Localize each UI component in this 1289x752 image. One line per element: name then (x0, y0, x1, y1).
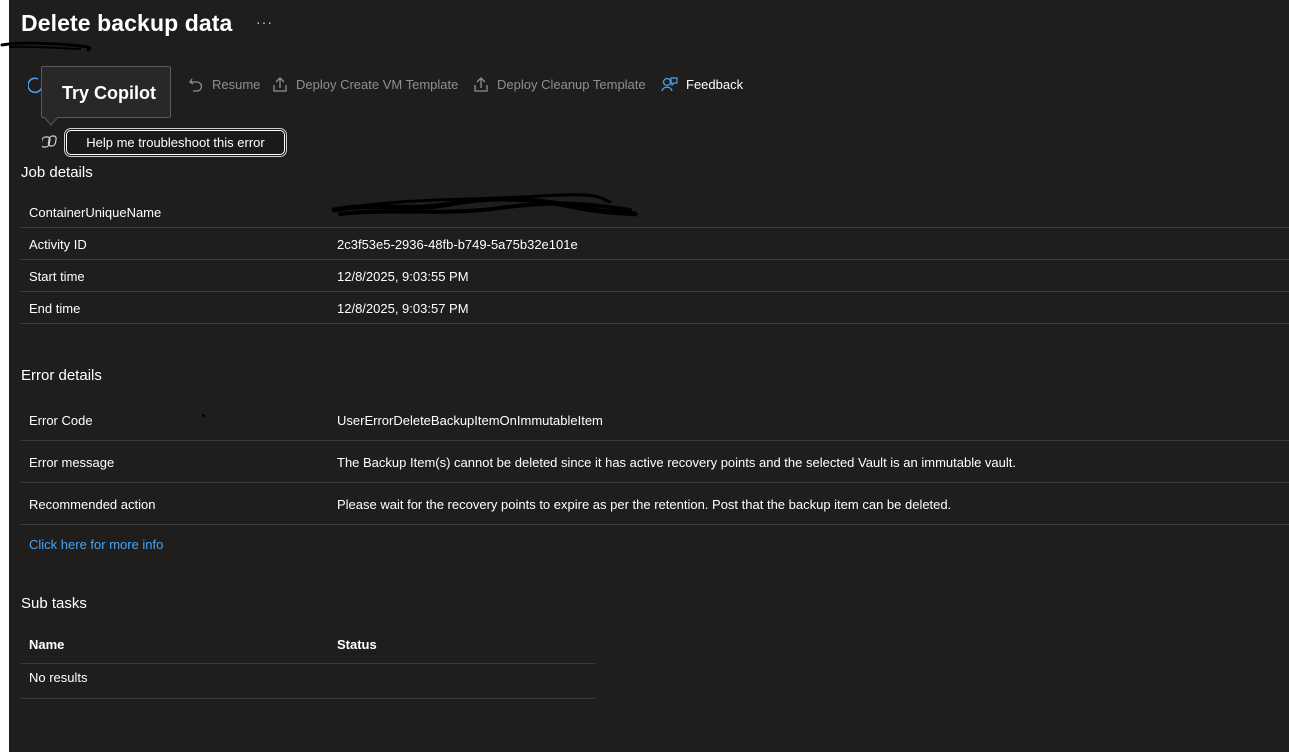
row-value: Please wait for the recovery points to e… (337, 497, 952, 512)
toolbar-resume-button[interactable]: Resume (188, 76, 260, 92)
row-key: Start time (29, 269, 85, 284)
sub-tasks-table: Name Status No results (21, 627, 595, 699)
table-row: Error Code UserErrorDeleteBackupItemOnIm… (21, 399, 1289, 441)
row-value: UserErrorDeleteBackupItemOnImmutableItem (337, 413, 603, 428)
undo-icon (189, 78, 203, 92)
row-key: Recommended action (29, 497, 156, 512)
toolbar-feedback-button[interactable]: Feedback (661, 76, 743, 93)
toolbar-deploy-create-vm-button[interactable]: Deploy Create VM Template (272, 76, 458, 93)
row-key: Activity ID (29, 237, 87, 252)
table-row: No results (21, 664, 595, 699)
table-row: Start time 12/8/2025, 9:03:55 PM (21, 260, 1289, 292)
row-value: 12/8/2025, 9:03:55 PM (337, 269, 469, 284)
table-header: Name Status (21, 627, 595, 664)
row-key: End time (29, 301, 81, 316)
column-header-status[interactable]: Status (337, 637, 377, 652)
deploy-icon (474, 77, 488, 92)
column-header-name[interactable]: Name (29, 637, 64, 652)
error-details-title: Error details (21, 367, 102, 384)
tooltip-beak (44, 117, 58, 126)
row-key: ContainerUniqueName (29, 205, 162, 220)
toolbar-resume-label: Resume (212, 76, 261, 92)
row-value: The Backup Item(s) cannot be deleted sin… (337, 455, 1017, 470)
troubleshoot-error-button[interactable]: Help me troubleshoot this error (66, 130, 285, 155)
row-value: 12/8/2025, 9:03:57 PM (337, 301, 469, 316)
tooltip-text: Try Copilot (62, 83, 156, 103)
job-details-title: Job details (21, 164, 93, 181)
feedback-icon (661, 77, 678, 92)
table-row: ContainerUniqueName (21, 196, 1289, 228)
table-row: End time 12/8/2025, 9:03:57 PM (21, 292, 1289, 324)
page-title: Delete backup data (21, 10, 233, 36)
row-key: Error Code (29, 413, 93, 428)
redaction-scribble (0, 41, 92, 52)
copilot-icon (42, 135, 57, 148)
redaction-scribble (331, 193, 638, 217)
table-row: Recommended action Please wait for the r… (21, 483, 1289, 525)
copilot-tooltip: Try Copilot (41, 66, 171, 118)
more-options-button[interactable]: ··· (256, 14, 273, 30)
toolbar-deploy-cleanup-label: Deploy Cleanup Template (497, 77, 646, 92)
stray-dot (202, 414, 205, 417)
job-details-table: ContainerUniqueName Activity ID 2c3f53e5… (21, 196, 1289, 324)
row-value: 2c3f53e5-2936-48fb-b749-5a75b32e101e (337, 237, 578, 252)
more-info-link[interactable]: Click here for more info (29, 537, 163, 552)
toolbar-feedback-label: Feedback (686, 77, 744, 92)
no-results-text: No results (29, 670, 88, 685)
error-details-table: Error Code UserErrorDeleteBackupItemOnIm… (21, 399, 1289, 525)
sub-tasks-title: Sub tasks (21, 595, 87, 612)
table-row: Error message The Backup Item(s) cannot … (21, 441, 1289, 483)
deploy-icon (273, 77, 287, 92)
toolbar-deploy-create-vm-label: Deploy Create VM Template (296, 77, 459, 92)
toolbar-deploy-cleanup-button[interactable]: Deploy Cleanup Template (473, 76, 646, 93)
table-row: Activity ID 2c3f53e5-2936-48fb-b749-5a75… (21, 228, 1289, 260)
row-key: Error message (29, 455, 115, 470)
